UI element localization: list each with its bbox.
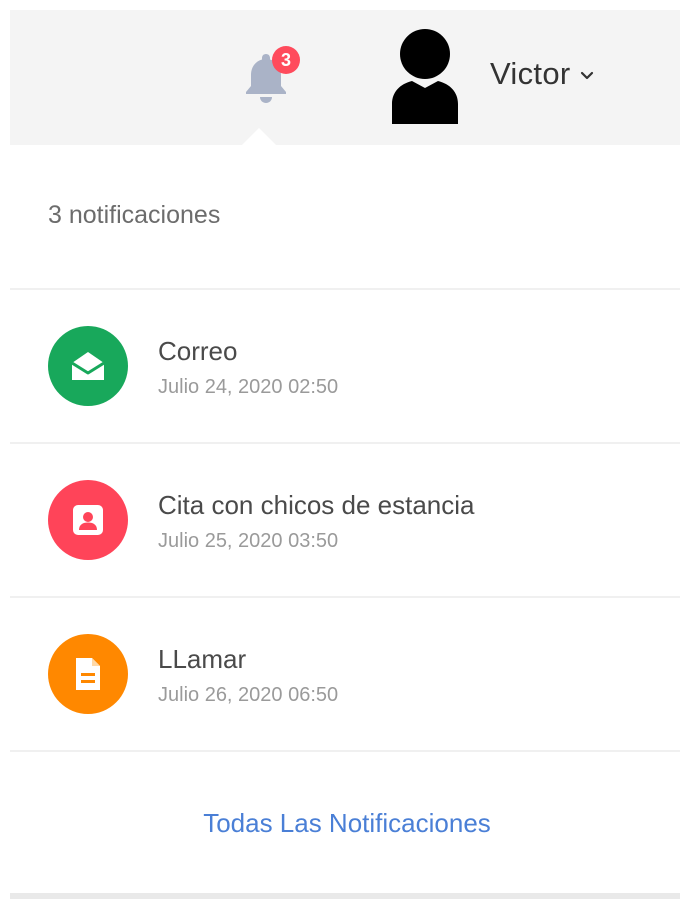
notification-icon-circle [48,480,128,560]
notification-text: LLamar Julio 26, 2020 06:50 [158,642,338,707]
screen: 3 Victor 3 notificaciones Correo Julio 2… [0,0,680,899]
notifications-dropdown: 3 notificaciones Correo Julio 24, 2020 0… [10,145,680,893]
notification-title: Correo [158,335,238,366]
notification-icon-circle [48,326,128,406]
avatar[interactable] [386,26,464,126]
notification-item[interactable]: LLamar Julio 26, 2020 06:50 [10,598,680,752]
user-silhouette-icon [392,29,458,124]
dropdown-caret [242,128,276,145]
notification-count-badge: 3 [272,46,300,74]
contact-card-icon [73,505,103,535]
chevron-down-icon [581,71,594,80]
notifications-count-title: 3 notificaciones [48,201,221,229]
notification-text: Cita con chicos de estancia Julio 25, 20… [158,488,475,553]
dropdown-footer: Todas Las Notificaciones [10,752,680,894]
notification-date: Julio 26, 2020 06:50 [158,683,339,706]
top-bar: 3 Victor [10,10,680,145]
bottom-divider [10,893,680,899]
notifications-bell-button[interactable]: 3 [242,46,300,106]
notification-text: Correo Julio 24, 2020 02:50 [158,334,338,399]
notification-item[interactable]: Cita con chicos de estancia Julio 25, 20… [10,444,680,598]
notification-item[interactable]: Correo Julio 24, 2020 02:50 [10,290,680,444]
all-notifications-link[interactable]: Todas Las Notificaciones [203,808,491,839]
dropdown-header: 3 notificaciones [10,145,680,290]
user-menu-toggle[interactable]: Victor [490,52,594,96]
notification-date: Julio 25, 2020 03:50 [158,529,339,552]
document-icon [76,658,100,690]
notification-icon-circle [48,634,128,714]
user-name: Victor [490,56,571,91]
notification-date: Julio 24, 2020 02:50 [158,375,339,398]
envelope-open-icon [71,352,105,380]
notification-title: Cita con chicos de estancia [158,489,475,520]
notification-title: LLamar [158,643,247,674]
